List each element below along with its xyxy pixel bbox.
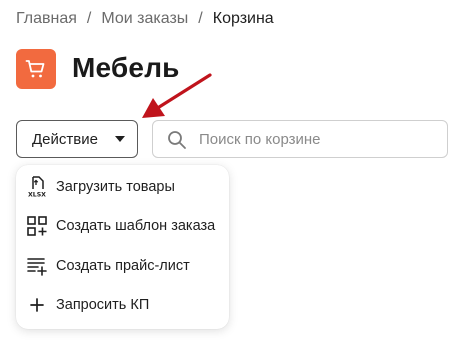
action-dropdown-label: Действие [32, 130, 98, 148]
menu-item-request-quote[interactable]: Запросить КП [16, 285, 229, 325]
search-input[interactable] [199, 129, 439, 149]
xlsx-upload-icon: XLSX [26, 176, 48, 198]
menu-item-upload-products[interactable]: XLSX Загрузить товары [16, 167, 229, 207]
menu-item-create-price-list[interactable]: Создать прайс-лист [16, 246, 229, 286]
search-box [152, 120, 448, 158]
grid-add-icon [26, 215, 48, 237]
menu-item-label: Создать шаблон заказа [56, 218, 216, 234]
menu-item-label: Загрузить товары [56, 179, 175, 195]
action-dropdown-menu: XLSX Загрузить товары Создать шаблон зак… [16, 165, 229, 329]
menu-item-create-order-template[interactable]: Создать шаблон заказа [16, 206, 229, 246]
action-dropdown-button[interactable]: Действие [16, 120, 138, 158]
caret-down-icon [115, 136, 125, 142]
menu-item-label: Создать прайс-лист [56, 258, 190, 274]
list-add-icon [26, 255, 48, 277]
menu-item-label: Запросить КП [56, 297, 150, 313]
svg-text:XLSX: XLSX [28, 192, 46, 199]
search-icon [168, 131, 186, 149]
plus-icon [26, 294, 48, 316]
